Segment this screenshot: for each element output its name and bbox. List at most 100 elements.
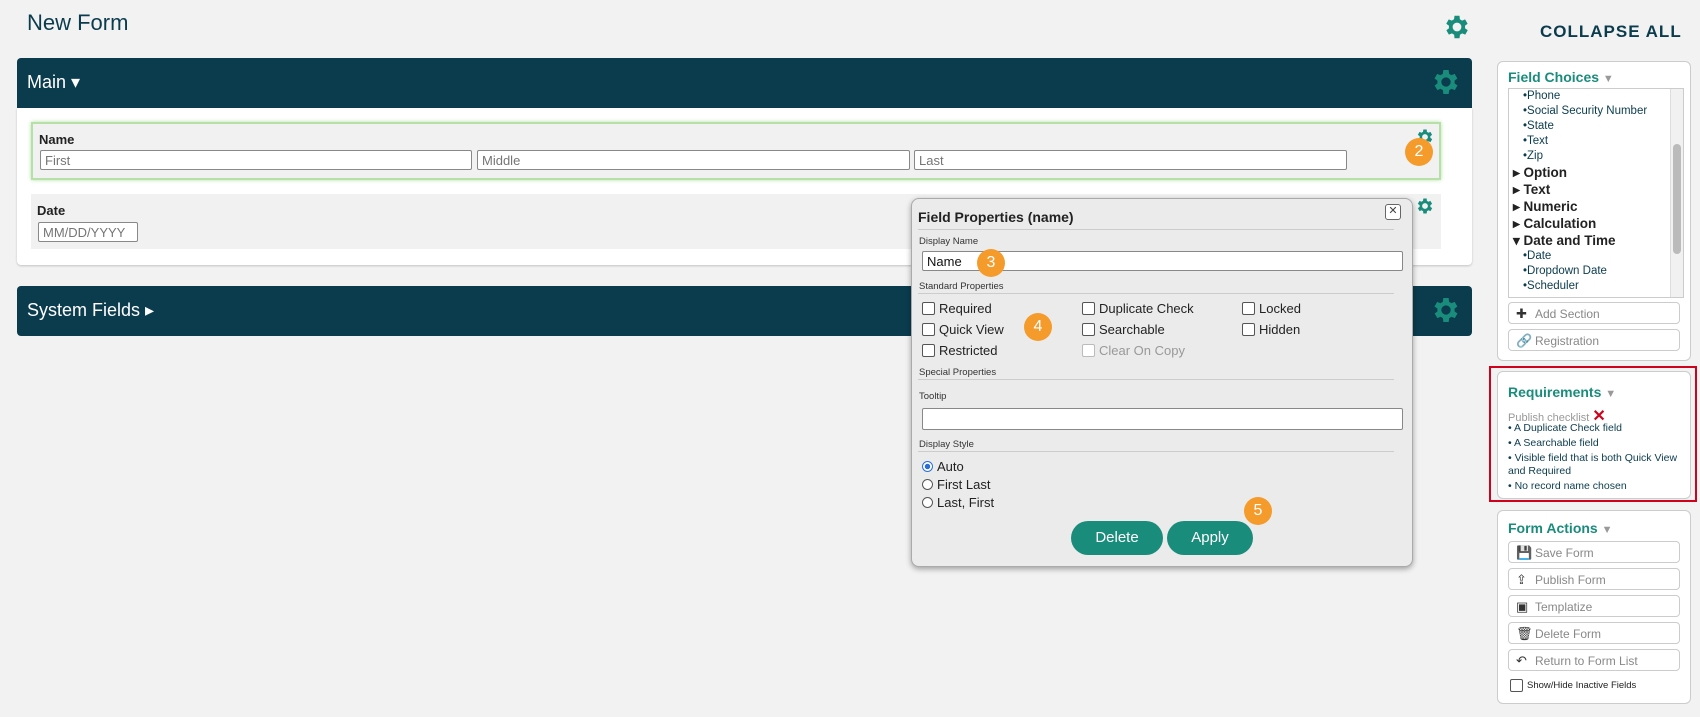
radio-dot[interactable] xyxy=(922,497,933,508)
list-group[interactable]: ▸ Option xyxy=(1509,164,1683,181)
date-input[interactable] xyxy=(38,222,138,242)
trash-icon: 🗑 xyxy=(1516,626,1533,641)
save-form-button[interactable]: 💾 Save Form xyxy=(1508,541,1680,563)
templatize-button[interactable]: ▣ Templatize xyxy=(1508,595,1680,617)
display-name-label: Display Name xyxy=(919,236,979,247)
radio-dot[interactable] xyxy=(922,479,933,490)
checkbox-box xyxy=(1082,344,1095,357)
add-section-button[interactable]: ✚ Add Section xyxy=(1508,302,1680,324)
form-actions-panel: Form Actions ▼ 💾 Save Form ⇪ Publish Form … xyxy=(1497,510,1691,704)
link-icon: 🔗 xyxy=(1516,333,1533,348)
main-section-gear-icon[interactable] xyxy=(1430,66,1462,98)
style-auto-label: Auto xyxy=(937,459,964,474)
checkbox-box[interactable] xyxy=(1242,302,1255,315)
upload-icon: ⇪ xyxy=(1516,572,1527,587)
list-item[interactable]: •Scheduler xyxy=(1509,279,1683,294)
last-name-input[interactable] xyxy=(914,150,1347,170)
publish-form-label: Publish Form xyxy=(1535,573,1606,587)
restricted-label: Restricted xyxy=(939,343,998,358)
divider xyxy=(918,293,1394,294)
list-group[interactable]: ▾ Date and Time xyxy=(1509,232,1683,249)
step-badge-4: 4 xyxy=(1024,313,1052,341)
delete-form-button[interactable]: 🗑 Delete Form xyxy=(1508,622,1680,644)
locked-checkbox[interactable]: Locked xyxy=(1242,301,1301,316)
caret-down-icon: ▼ xyxy=(1601,524,1613,536)
collapse-all-link[interactable]: COLLAPSE ALL xyxy=(1540,22,1682,42)
return-to-form-list-button[interactable]: ↶ Return to Form List xyxy=(1508,649,1680,671)
show-hide-inactive-checkbox[interactable]: Show/Hide Inactive Fields xyxy=(1510,679,1636,692)
checkbox-box[interactable] xyxy=(1082,323,1095,336)
checkbox-box[interactable] xyxy=(1242,323,1255,336)
checkbox-box[interactable] xyxy=(1082,302,1095,315)
registration-button[interactable]: 🔗 Registration xyxy=(1508,329,1680,351)
field-choices-panel: Field Choices ▼ •Phone •Social Security … xyxy=(1497,61,1691,361)
dialog-close-icon[interactable]: ✕ xyxy=(1385,204,1401,220)
caret-down-icon: ▼ xyxy=(1605,388,1617,400)
restricted-checkbox[interactable]: Restricted xyxy=(922,343,998,358)
checkbox-box[interactable] xyxy=(922,344,935,357)
main-section-label: Main ▾ xyxy=(27,72,81,92)
searchable-checkbox[interactable]: Searchable xyxy=(1082,322,1165,337)
clear-on-copy-label: Clear On Copy xyxy=(1099,343,1185,358)
list-item[interactable]: •Date xyxy=(1509,249,1683,264)
requirement-item: • A Searchable field xyxy=(1508,437,1599,449)
checkbox-box[interactable] xyxy=(1510,679,1523,692)
list-item[interactable]: •Zip xyxy=(1509,149,1683,164)
registration-label: Registration xyxy=(1535,334,1600,348)
searchable-label: Searchable xyxy=(1099,322,1165,337)
requirement-item: • A Duplicate Check field xyxy=(1508,422,1622,434)
requirements-title-text: Requirements xyxy=(1508,384,1602,400)
date-field-gear-icon[interactable] xyxy=(1415,196,1435,216)
first-name-input[interactable] xyxy=(40,150,472,170)
checkbox-box[interactable] xyxy=(922,302,935,315)
list-group[interactable]: ▸ Numeric xyxy=(1509,198,1683,215)
style-first-last-label: First Last xyxy=(937,477,991,492)
hidden-checkbox[interactable]: Hidden xyxy=(1242,322,1300,337)
caret-down-icon: ▼ xyxy=(1602,73,1614,85)
field-choices-title-text: Field Choices xyxy=(1508,69,1600,85)
list-group[interactable]: ▸ Text xyxy=(1509,181,1683,198)
requirements-panel: Requirements ▼ Publish checklist ✕ • A D… xyxy=(1497,371,1691,499)
main-section-header[interactable]: Main ▾ xyxy=(17,58,1472,108)
field-choices-title[interactable]: Field Choices ▼ xyxy=(1508,69,1614,85)
name-field-row[interactable]: Name xyxy=(31,122,1441,180)
list-item[interactable]: •Dropdown Date xyxy=(1509,264,1683,279)
middle-name-input[interactable] xyxy=(477,150,910,170)
form-settings-gear-icon[interactable] xyxy=(1442,12,1472,42)
radio-dot[interactable] xyxy=(922,461,933,472)
style-auto-radio[interactable]: Auto xyxy=(922,459,964,474)
form-actions-title[interactable]: Form Actions ▼ xyxy=(1508,520,1613,536)
field-choices-list: •Phone •Social Security Number •State •T… xyxy=(1508,88,1684,298)
required-label: Required xyxy=(939,301,992,316)
tooltip-textarea[interactable] xyxy=(922,408,1403,430)
list-item[interactable]: •Phone xyxy=(1509,89,1683,104)
list-group[interactable]: ▸ Calculation xyxy=(1509,215,1683,232)
divider xyxy=(918,379,1394,380)
requirements-title[interactable]: Requirements ▼ xyxy=(1508,384,1616,400)
duplicate-check-checkbox[interactable]: Duplicate Check xyxy=(1082,301,1194,316)
checkbox-box[interactable] xyxy=(922,323,935,336)
quick-view-label: Quick View xyxy=(939,322,1004,337)
style-last-first-radio[interactable]: Last, First xyxy=(922,495,994,510)
scrollbar-thumb[interactable] xyxy=(1673,144,1681,254)
quick-view-checkbox[interactable]: Quick View xyxy=(922,322,1004,337)
add-section-label: Add Section xyxy=(1535,307,1600,321)
step-badge-3: 3 xyxy=(977,249,1005,277)
system-fields-gear-icon[interactable] xyxy=(1430,294,1462,326)
style-last-first-label: Last, First xyxy=(937,495,995,510)
scrollbar[interactable] xyxy=(1670,89,1683,297)
step-badge-2: 2 xyxy=(1405,138,1433,166)
plus-icon: ✚ xyxy=(1516,306,1527,321)
delete-button[interactable]: Delete xyxy=(1071,521,1163,555)
tooltip-label: Tooltip xyxy=(919,391,947,402)
floppy-disk-icon: 💾 xyxy=(1516,545,1533,560)
required-checkbox[interactable]: Required xyxy=(922,301,992,316)
publish-form-button[interactable]: ⇪ Publish Form xyxy=(1508,568,1680,590)
display-style-label: Display Style xyxy=(919,439,974,450)
duplicate-check-label: Duplicate Check xyxy=(1099,301,1194,316)
list-item[interactable]: •State xyxy=(1509,119,1683,134)
style-first-last-radio[interactable]: First Last xyxy=(922,477,990,492)
list-item[interactable]: •Social Security Number xyxy=(1509,104,1683,119)
list-item[interactable]: •Text xyxy=(1509,134,1683,149)
apply-button[interactable]: Apply xyxy=(1167,521,1253,555)
